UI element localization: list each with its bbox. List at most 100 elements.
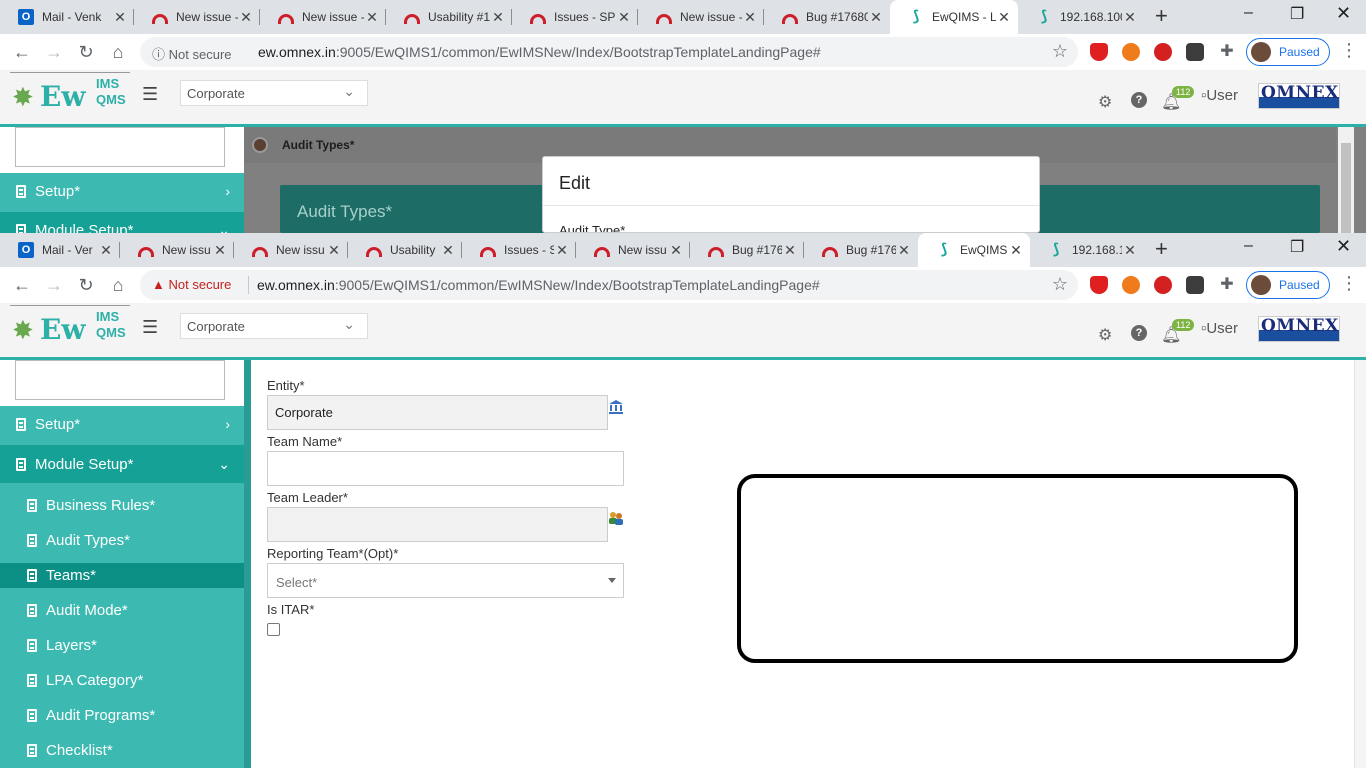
sidebar-item-audit-mode[interactable]: Audit Mode*	[0, 593, 244, 628]
front-tab-issues[interactable]: Issues - S ✕	[462, 233, 576, 267]
close-icon[interactable]: ✕	[742, 9, 758, 26]
home-badge-icon[interactable]	[252, 137, 268, 153]
front-tab-new-issue-3[interactable]: New issu ✕	[576, 233, 690, 267]
ewqims-logo[interactable]: ✸ Ew IMS QMS	[12, 309, 130, 347]
close-icon[interactable]: ✕	[112, 9, 128, 26]
sidebar-item-module-setup[interactable]: Module Setup* ⌄	[0, 445, 244, 483]
close-icon[interactable]: ✕	[1122, 9, 1138, 26]
sidebar-search-box[interactable]	[15, 360, 225, 400]
back-tab-bug[interactable]: Bug #17680 ✕	[764, 0, 890, 34]
restore-icon[interactable]: ❐	[1290, 4, 1304, 24]
more-menu-icon[interactable]: ⋮	[1340, 40, 1358, 61]
adblock-icon[interactable]	[1154, 276, 1172, 294]
front-tab-mail[interactable]: O Mail - Ver ✕	[0, 233, 120, 267]
back-tab-issues[interactable]: Issues - SP ✕	[512, 0, 638, 34]
back-arrow-icon[interactable]: ←	[10, 40, 34, 64]
back-tab-new-issue-1[interactable]: New issue - ✕	[134, 0, 260, 34]
ewqims-logo[interactable]: ✸ Ew IMS QMS	[12, 76, 130, 114]
user-avatar[interactable]: ▫User	[1201, 87, 1238, 104]
sidebar-item-business-rules[interactable]: Business Rules*	[0, 488, 244, 523]
close-icon[interactable]: ✕	[868, 9, 884, 26]
sidebar-item-teams[interactable]: Teams*	[0, 563, 244, 588]
back-tab-new-issue-3[interactable]: New issue - ✕	[638, 0, 764, 34]
close-window-icon[interactable]: ✕	[1336, 3, 1351, 24]
close-icon[interactable]: ✕	[326, 242, 342, 259]
sidebar-item-setup[interactable]: Setup* ›	[0, 173, 244, 209]
security-indicator[interactable]: ▲ Not secure	[152, 277, 231, 292]
more-menu-icon[interactable]: ⋮	[1340, 273, 1358, 294]
brave-shield-icon[interactable]	[1090, 43, 1108, 61]
minimize-icon[interactable]: –	[1244, 237, 1253, 255]
front-tab-new-issue-2[interactable]: New issu ✕	[234, 233, 348, 267]
sidebar-item-audit-types[interactable]: Audit Types*	[0, 523, 244, 558]
profile-button[interactable]: Paused	[1246, 271, 1330, 299]
selenium-icon[interactable]	[1186, 276, 1204, 294]
close-icon[interactable]: ✕	[1122, 242, 1138, 259]
profile-button[interactable]: Paused	[1246, 38, 1330, 66]
help-icon[interactable]: ?	[1131, 325, 1147, 341]
reporting-team-select[interactable]: Select*	[267, 563, 624, 598]
reload-icon[interactable]: ↻	[74, 273, 98, 297]
front-tab-ip[interactable]: ⟆ 192.168.1 ✕	[1030, 233, 1144, 267]
sidebar-item-audit-programs[interactable]: Audit Programs*	[0, 698, 244, 733]
is-itar-checkbox[interactable]	[267, 623, 280, 636]
omnibox[interactable]: ▲ Not secure ew.omnex.in:9005/EwQIMS1/co…	[140, 270, 1078, 300]
close-icon[interactable]: ✕	[440, 242, 456, 259]
extensions-puzzle-icon[interactable]: ✚	[1218, 43, 1236, 61]
new-tab-icon[interactable]: +	[1155, 236, 1168, 262]
omnibox[interactable]: ⓘ Not secure ew.omnex.in:9005/EwQIMS1/co…	[140, 37, 1078, 67]
selenium-icon[interactable]	[1186, 43, 1204, 61]
close-icon[interactable]: ✕	[554, 242, 570, 259]
sidebar-item-module-setup[interactable]: Module Setup* ⌄	[0, 212, 244, 233]
close-icon[interactable]: ✕	[238, 9, 254, 26]
close-icon[interactable]: ✕	[490, 9, 506, 26]
brave-shield-icon[interactable]	[1090, 276, 1108, 294]
entity-dropdown[interactable]: Corporate ⌄	[180, 313, 368, 339]
reload-icon[interactable]: ↻	[74, 40, 98, 64]
back-tab-ewqims[interactable]: ⟆ EwQIMS - L ✕	[890, 0, 1018, 34]
forward-arrow-icon[interactable]: →	[42, 40, 66, 64]
close-icon[interactable]: ✕	[896, 242, 912, 259]
back-tab-new-issue-2[interactable]: New issue - ✕	[260, 0, 386, 34]
adblock-icon[interactable]	[1154, 43, 1172, 61]
page-scrollbar[interactable]	[1354, 360, 1366, 768]
restore-icon[interactable]: ❐	[1290, 237, 1304, 257]
help-icon[interactable]: ?	[1131, 92, 1147, 108]
close-window-icon[interactable]: ✕	[1336, 236, 1351, 257]
close-icon[interactable]: ✕	[782, 242, 798, 259]
home-icon[interactable]: ⌂	[106, 40, 130, 64]
team-name-input[interactable]	[267, 451, 624, 486]
close-icon[interactable]: ✕	[1008, 242, 1024, 259]
back-tab-usability[interactable]: Usability #1 ✕	[386, 0, 512, 34]
bookmark-star-icon[interactable]: ☆	[1052, 274, 1068, 295]
scrollbar-thumb[interactable]	[1341, 143, 1351, 233]
fire-extension-icon[interactable]	[1122, 43, 1140, 61]
front-tab-bug-1[interactable]: Bug #176 ✕	[690, 233, 804, 267]
front-tab-bug-2[interactable]: Bug #176 ✕	[804, 233, 918, 267]
settings-gear-icon[interactable]: ⚙	[1098, 325, 1112, 345]
security-indicator[interactable]: ⓘ Not secure	[152, 44, 232, 63]
settings-gear-icon[interactable]: ⚙	[1098, 92, 1112, 112]
fire-extension-icon[interactable]	[1122, 276, 1140, 294]
close-icon[interactable]: ✕	[212, 242, 228, 259]
bookmark-star-icon[interactable]: ☆	[1052, 41, 1068, 62]
new-tab-icon[interactable]: +	[1155, 3, 1168, 29]
back-tab-mail[interactable]: O Mail - Venk ✕	[0, 0, 134, 34]
minimize-icon[interactable]: –	[1244, 4, 1253, 22]
close-icon[interactable]: ✕	[616, 9, 632, 26]
extensions-puzzle-icon[interactable]: ✚	[1218, 276, 1236, 294]
close-icon[interactable]: ✕	[668, 242, 684, 259]
page-scrollbar[interactable]	[1338, 127, 1354, 233]
close-icon[interactable]: ✕	[996, 9, 1012, 26]
user-avatar[interactable]: ▫User	[1201, 320, 1238, 337]
user-picker-icon[interactable]	[608, 510, 624, 526]
forward-arrow-icon[interactable]: →	[42, 273, 66, 297]
sidebar-item-setup[interactable]: Setup* ›	[0, 406, 244, 442]
front-tab-usability[interactable]: Usability ✕	[348, 233, 462, 267]
bank-icon[interactable]	[608, 399, 624, 415]
hamburger-menu-icon[interactable]: ☰	[142, 317, 158, 338]
sidebar-search-box[interactable]	[15, 127, 225, 167]
home-icon[interactable]: ⌂	[106, 273, 130, 297]
front-tab-new-issue-1[interactable]: New issu ✕	[120, 233, 234, 267]
back-arrow-icon[interactable]: ←	[10, 273, 34, 297]
